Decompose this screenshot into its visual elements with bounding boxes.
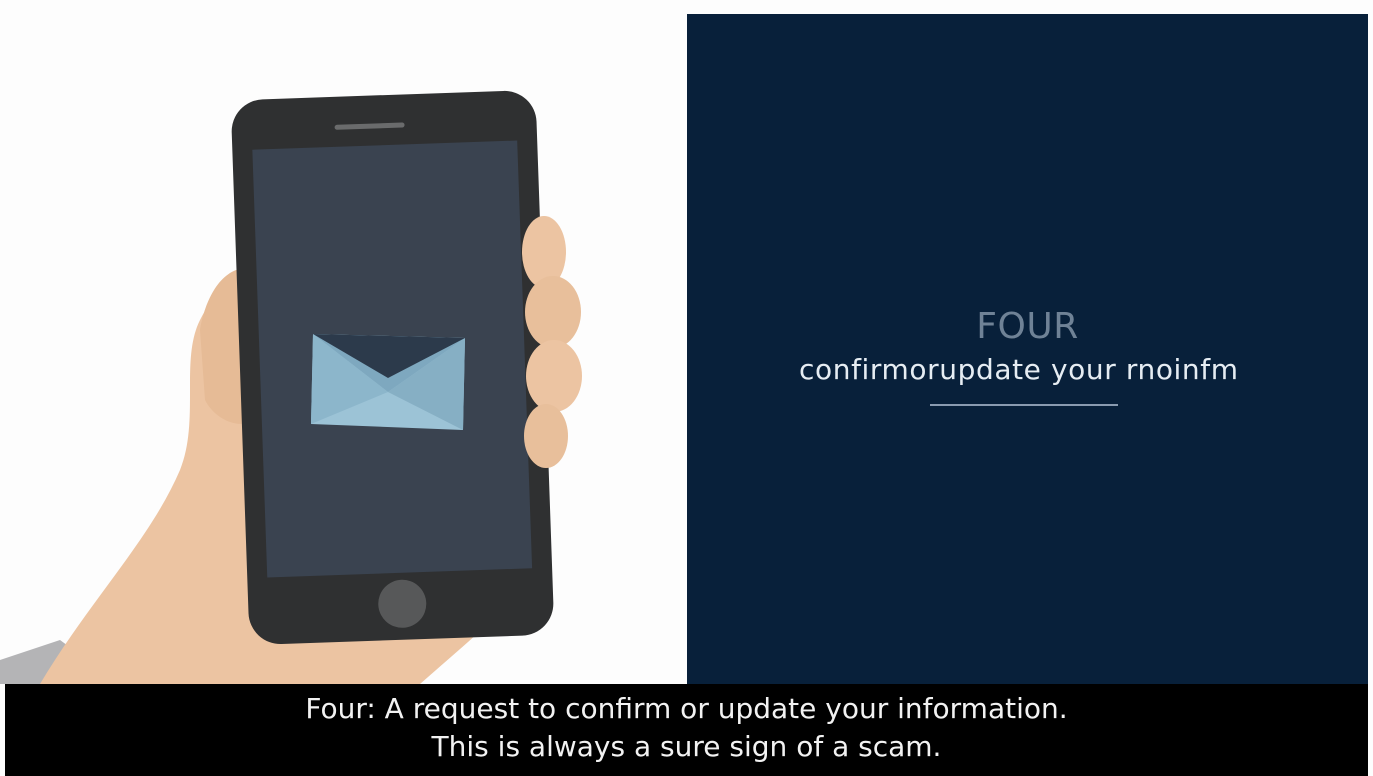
step-heading: FOUR <box>976 306 1079 347</box>
phone-illustration <box>0 90 582 684</box>
subtitle-line-2: This is always a sure sign of a scam. <box>431 730 942 763</box>
envelope-icon <box>311 334 465 430</box>
video-frame: FOUR confirmorupdate your rnoinfm Four: … <box>0 0 1373 776</box>
step-description: confirmorupdate your rnoinfm <box>799 353 1239 386</box>
subtitle-bar: Four: A request to confirm or update you… <box>5 684 1368 776</box>
title-panel: FOUR confirmorupdate your rnoinfm <box>687 14 1368 684</box>
step-underline <box>930 404 1118 406</box>
subtitle-line-1: Four: A request to confirm or update you… <box>305 692 1068 725</box>
